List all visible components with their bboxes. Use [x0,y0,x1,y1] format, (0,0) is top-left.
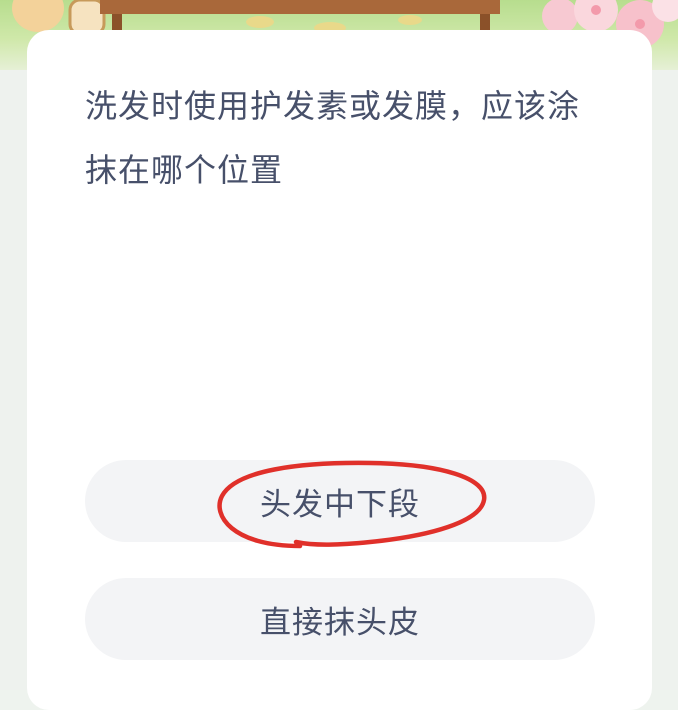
answer-option-1[interactable]: 头发中下段 [85,460,595,542]
answer-option-2[interactable]: 直接抹头皮 [85,578,595,660]
spot [398,15,422,25]
question-text: 洗发时使用护发素或发膜，应该涂抹在哪个位置 [85,87,581,189]
mascot-body [12,0,64,32]
answer-option-2-label: 直接抹头皮 [260,604,420,641]
wooden-sign [100,0,500,14]
spot [246,16,274,28]
answer-option-1-label: 头发中下段 [260,486,420,523]
mascot-bag [68,0,106,36]
quiz-card: 洗发时使用护发素或发膜，应该涂抹在哪个位置 头发中下段 直接抹头皮 [27,30,652,710]
